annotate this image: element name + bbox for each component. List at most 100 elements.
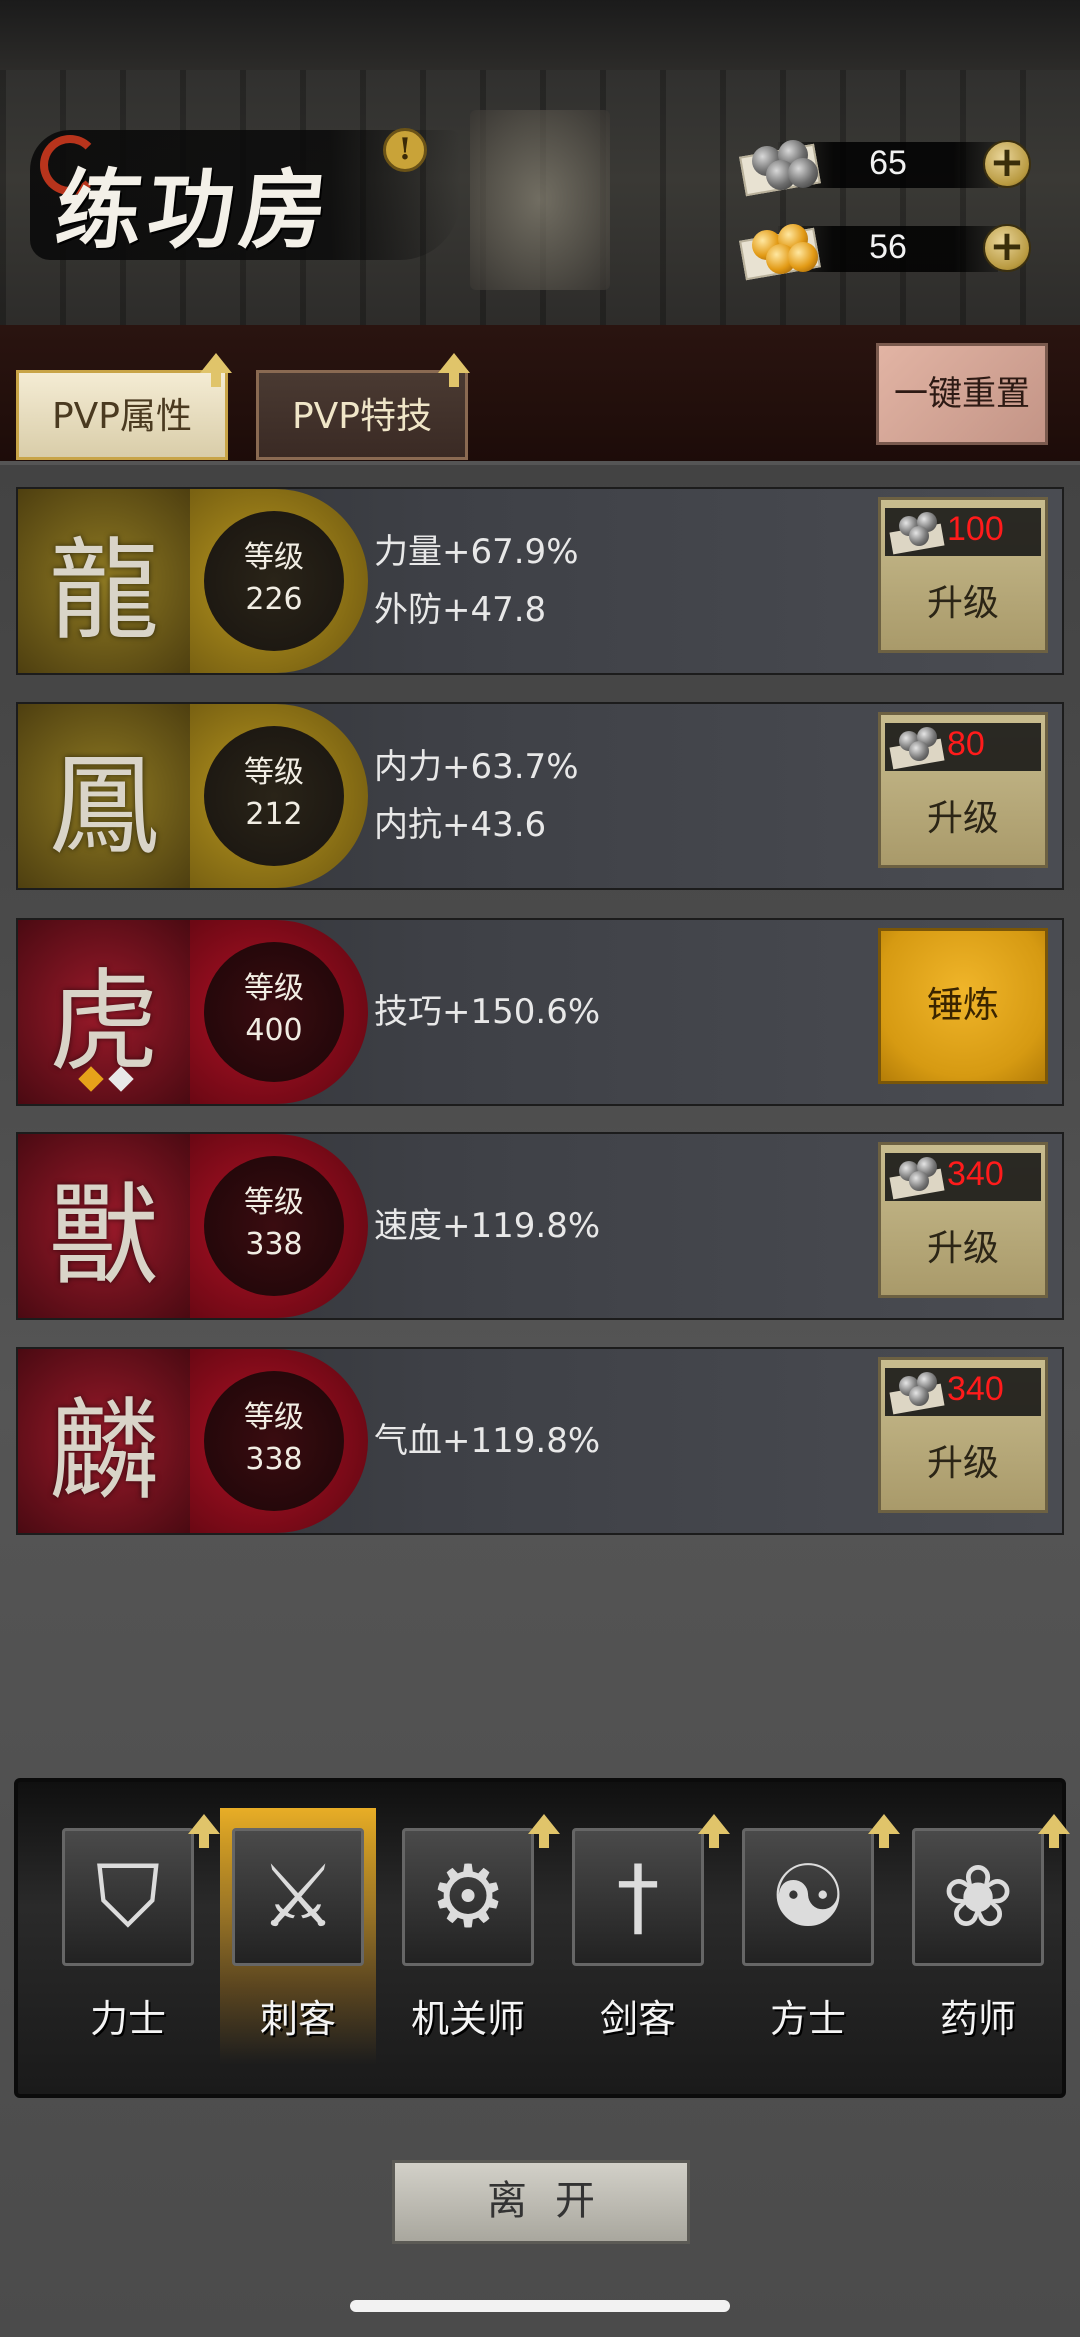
upgrade-arrow-icon [438,353,470,387]
currency-iron: 65 + [738,128,1031,198]
currency-amount: 56 [869,228,907,266]
level-medal: 等级 212 [190,704,368,888]
header: 练功房 ! 65 + 56 + [0,0,1080,325]
upgrade-label: 升级 [926,1228,999,1269]
add-iron-button[interactable]: + [983,140,1031,188]
class-name: 力士 [89,1997,166,2041]
level-label: 等级 [244,1185,304,1220]
class-name: 剑客 [599,1997,676,2041]
stat-line: 技巧+150.6% [374,992,601,1032]
level-label: 等级 [244,755,304,790]
stat-line: 内抗+43.6 [374,805,547,845]
upgrade-cost: 340 [885,1153,1041,1201]
cost-value: 340 [947,1155,1004,1193]
cost-value: 340 [947,1370,1004,1408]
stat-list: 速度+119.8% [374,1134,600,1318]
level-value: 400 [245,1013,303,1048]
stat-list: 技巧+150.6% [374,920,600,1104]
add-gold-button[interactable]: + [983,224,1031,272]
class-name: 刺客 [259,1997,336,2041]
cost-value: 100 [947,510,1004,548]
gold-pellets-icon [738,212,821,282]
upgrade-label: 升级 [926,1443,999,1484]
upgrade-button[interactable]: 100 升级 [878,497,1048,653]
iron-pellets-icon [889,510,945,555]
level-label: 等级 [244,971,304,1006]
level-medal: 等级 338 [190,1349,368,1533]
cost-value: 80 [947,725,985,763]
star-gems [78,1066,142,1092]
info-icon[interactable]: ! [383,128,427,172]
reset-all-button[interactable]: 一键重置 [876,343,1048,445]
phoenix-icon: 鳳 [18,704,190,888]
level-label: 等级 [244,1400,304,1435]
stat-line: 气血+119.8% [374,1421,601,1461]
upgrade-cost: 80 [885,723,1041,771]
currency-gold: 56 + [738,212,1031,282]
dragon-icon: 龍 [18,489,190,673]
gears-icon: ⚙ [402,1828,534,1966]
tab-pvp-skills[interactable]: PVP特技 [256,370,468,460]
upgrade-arrow-icon [528,1814,560,1848]
class-name: 药师 [939,1997,1016,2041]
class-name: 方士 [769,1997,846,2041]
header-background-roof [0,0,1080,70]
class-selector: ⛉ 力士 ⚔ 刺客 ⚙ 机关师 † 剑客 ☯ 方士 ❀ 药师 [14,1778,1070,2098]
upgrade-button[interactable]: 340 升级 [878,1357,1048,1513]
class-tab-cike[interactable]: ⚔ 刺客 [218,1808,378,2068]
level-medal: 等级 226 [190,489,368,673]
sword-icon: † [572,1828,704,1966]
level-value: 212 [245,797,303,832]
yin-yang-icon: ☯ [742,1828,874,1966]
tab-bar: PVP属性 PVP特技 一键重置 [0,325,1080,465]
iron-pellets-icon [889,1155,945,1200]
class-tab-fangshi[interactable]: ☯ 方士 [728,1814,900,2068]
upgrade-label: 升级 [926,583,999,624]
qilin-icon: 麟 [18,1349,190,1533]
stat-list: 内力+63.7% 内抗+43.6 [374,704,579,888]
upgrade-arrow-icon [200,353,232,387]
stat-line: 力量+67.9% [374,532,579,572]
attribute-row: 虎 等级 400 技巧+150.6% 锤炼 [16,918,1064,1106]
beast-icon: 獸 [18,1134,190,1318]
shield-icon: ⛉ [62,1828,194,1966]
claw-dagger-icon: ⚔ [232,1828,364,1966]
forge-button[interactable]: 锤炼 [878,928,1048,1084]
stat-list: 力量+67.9% 外防+47.8 [374,489,579,673]
attribute-row: 麟 等级 338 气血+119.8% 340 升级 [16,1347,1064,1535]
attribute-row: 龍 等级 226 力量+67.9% 外防+47.8 100 升级 [16,487,1064,675]
home-indicator[interactable] [350,2300,730,2312]
level-medal: 等级 338 [190,1134,368,1318]
stat-line: 外防+47.8 [374,590,547,630]
silver-gem-icon [108,1066,134,1092]
class-tab-jiguanshi[interactable]: ⚙ 机关师 [388,1814,560,2068]
tab-pvp-attributes[interactable]: PVP属性 [16,370,228,460]
upgrade-arrow-icon [188,1814,220,1848]
upgrade-arrow-icon [698,1814,730,1848]
level-value: 338 [245,1227,303,1262]
upgrade-arrow-icon [868,1814,900,1848]
iron-pellets-icon [889,725,945,770]
upgrade-button[interactable]: 80 升级 [878,712,1048,868]
header-background-door [470,110,610,290]
page-title: 练功房 [51,160,338,261]
upgrade-label: 升级 [926,798,999,839]
class-tab-jianke[interactable]: † 剑客 [558,1814,730,2068]
class-tab-yaoshi[interactable]: ❀ 药师 [898,1814,1070,2068]
upgrade-cost: 100 [885,508,1041,556]
level-medal: 等级 400 [190,920,368,1104]
stat-list: 气血+119.8% [374,1349,600,1533]
iron-pellets-icon [738,128,821,198]
level-value: 226 [245,582,303,617]
stat-line: 速度+119.8% [374,1206,601,1246]
class-tab-lishi[interactable]: ⛉ 力士 [48,1814,220,2068]
attribute-row: 獸 等级 338 速度+119.8% 340 升级 [16,1132,1064,1320]
level-label: 等级 [244,540,304,575]
iron-pellets-icon [889,1370,945,1415]
class-name: 机关师 [410,1997,525,2041]
leave-button[interactable]: 离开 [392,2160,690,2244]
attribute-row: 鳳 等级 212 内力+63.7% 内抗+43.6 80 升级 [16,702,1064,890]
upgrade-button[interactable]: 340 升级 [878,1142,1048,1298]
stat-line: 内力+63.7% [374,747,579,787]
upgrade-arrow-icon [1038,1814,1070,1848]
